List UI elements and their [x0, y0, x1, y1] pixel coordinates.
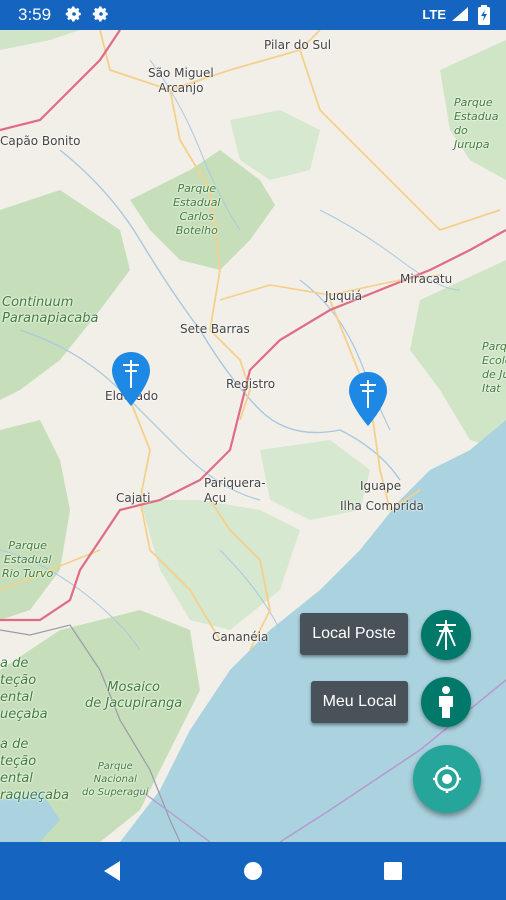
map-label-iguape: Iguape [360, 479, 402, 493]
map-label-cananeia: Cananéia [212, 630, 269, 644]
gear-icon [92, 6, 108, 22]
map-label-parque-rio-turvo: Parque Estadual Rio Turvo [2, 539, 54, 580]
map-label-sao-miguel-arcanjo: São Miguel Arcanjo [148, 66, 214, 95]
status-time: 3:59 [18, 5, 52, 24]
main-fab-button[interactable] [413, 745, 481, 813]
meu-local-button[interactable] [421, 677, 471, 727]
gear-icon [65, 6, 81, 22]
map-label-continuum-paranapiacaba: Continuum Paranapiacaba [2, 295, 99, 326]
home-button[interactable] [241, 859, 265, 883]
back-icon [104, 861, 120, 881]
map-label-ilha-comprida: Ilha Comprida [340, 499, 424, 513]
local-poste-button[interactable] [421, 610, 471, 660]
home-icon [244, 862, 262, 880]
map-label-sete-barras: Sete Barras [180, 322, 250, 336]
map-label-apa-1: a de teção ental ueçaba [0, 656, 48, 722]
map-label-cajati: Cajati [116, 491, 151, 505]
utility-pole-icon [436, 620, 456, 650]
recents-icon [384, 862, 402, 880]
status-bar: 3:59 LTE [0, 0, 506, 30]
signal-icon [452, 7, 468, 21]
map-label-parque-superagui: Parque Nacional do Superagui [82, 761, 149, 798]
map-label-registro: Registro [226, 377, 276, 391]
battery-icon [478, 5, 490, 25]
map-label-parque-ecologico: Parq Ecolo de Ju Itat [482, 340, 506, 395]
map-label-pariquera-acu: Pariquera- Açu [204, 476, 266, 505]
close-menu-icon [433, 765, 461, 793]
map-label-capao-bonito: Capão Bonito [0, 134, 81, 148]
recents-button[interactable] [381, 859, 405, 883]
map-label-mosaico-jacupiranga: Mosaico de Jacupiranga [85, 680, 183, 711]
map-label-pilar-do-sul: Pilar do Sul [264, 38, 332, 52]
navigation-bar [0, 842, 506, 900]
map-label-parque-carlos-botelho: Parque Estadual Carlos Botelho [173, 182, 221, 237]
map-label-juquia: Juquiá [325, 289, 363, 303]
pole-marker-eldorado[interactable] [111, 350, 151, 408]
network-type: LTE [422, 7, 446, 22]
meu-local-label[interactable]: Meu Local [311, 681, 408, 723]
local-poste-label[interactable]: Local Poste [300, 613, 408, 655]
back-button[interactable] [100, 859, 124, 883]
map-label-parque-jurupara: Parque Estadua do Jurupa [454, 96, 499, 151]
map-label-miracatu: Miracatu [400, 272, 453, 286]
map-label-apa-2: a de teção ental raqueçaba [0, 737, 70, 803]
person-icon [439, 686, 453, 718]
pole-marker-registro[interactable] [348, 370, 388, 428]
